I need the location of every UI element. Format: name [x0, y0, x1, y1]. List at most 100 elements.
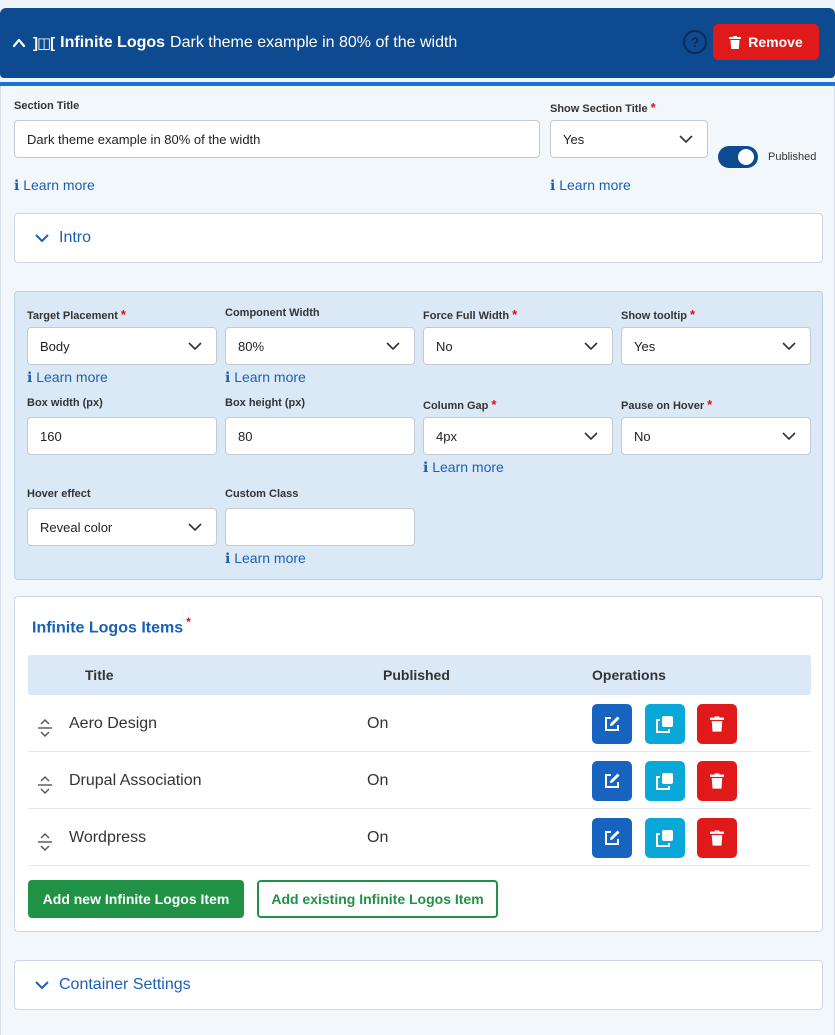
component-name: Infinite Logos [60, 34, 166, 51]
chevron-down-icon [35, 234, 49, 243]
table-row: Drupal Association On [28, 752, 811, 809]
duplicate-icon [656, 830, 673, 847]
hover-effect-select[interactable]: Reveal color [27, 508, 217, 546]
delete-button[interactable] [697, 704, 737, 744]
infinite-logos-icon: ]◫[ [33, 35, 55, 52]
component-width-label: Component Width [225, 307, 320, 319]
trash-icon [710, 830, 724, 846]
learn-more-link[interactable]: ℹ Learn more [550, 177, 631, 194]
force-full-width-value: No [436, 338, 453, 354]
hover-effect-value: Reveal color [40, 519, 113, 535]
column-operations: Operations [592, 667, 666, 683]
chevron-up-icon[interactable] [12, 36, 26, 50]
intro-title: Intro [59, 229, 92, 246]
column-gap-select[interactable]: 4px [423, 417, 613, 455]
drag-handle-icon[interactable] [36, 717, 54, 737]
learn-more-link[interactable]: ℹ Learn more [423, 459, 504, 476]
remove-button[interactable]: Remove [713, 24, 819, 60]
component-settings: Target Placement * Body ℹ Learn more Comp… [14, 291, 823, 580]
learn-more-link[interactable]: ℹ Learn more [27, 369, 108, 386]
duplicate-button[interactable] [645, 704, 685, 744]
item-title: Aero Design [69, 715, 158, 732]
item-published: On [367, 715, 389, 732]
chevron-down-icon [679, 135, 693, 144]
container-settings-title: Container Settings [59, 976, 191, 993]
chevron-down-icon [35, 981, 49, 990]
table-row: Wordpress On [28, 809, 811, 866]
target-placement-select[interactable]: Body [27, 327, 217, 365]
box-width-value: 160 [40, 428, 62, 444]
force-full-width-label: Force Full Width * [423, 307, 518, 322]
pause-on-hover-value: No [634, 428, 651, 444]
section-title-value: Dark theme example in 80% of the width [27, 131, 261, 147]
item-title: Wordpress [69, 829, 147, 846]
column-title: Title [85, 667, 114, 683]
chevron-down-icon [584, 342, 598, 351]
trash-icon [729, 35, 742, 49]
edit-icon [605, 830, 620, 845]
chevron-down-icon [782, 432, 796, 441]
show-tooltip-select[interactable]: Yes [621, 327, 811, 365]
chevron-down-icon [584, 432, 598, 441]
item-title: Drupal Association [69, 772, 202, 789]
item-published: On [367, 829, 389, 846]
box-width-input[interactable]: 160 [27, 417, 217, 455]
learn-more-link[interactable]: ℹ Learn more [225, 550, 306, 567]
items-table-header: Title Published Operations [28, 655, 811, 695]
learn-more-link[interactable]: ℹ Learn more [225, 369, 306, 386]
edit-button[interactable] [592, 704, 632, 744]
duplicate-icon [656, 773, 673, 790]
custom-class-input[interactable] [225, 508, 415, 546]
chevron-down-icon [386, 342, 400, 351]
published-label: Published [768, 151, 817, 163]
drag-handle-icon[interactable] [36, 774, 54, 794]
add-existing-item-button[interactable]: Add existing Infinite Logos Item [257, 880, 498, 918]
delete-button[interactable] [697, 818, 737, 858]
column-gap-value: 4px [436, 428, 457, 444]
chevron-down-icon [782, 342, 796, 351]
custom-class-label: Custom Class [225, 488, 299, 500]
chevron-down-icon [188, 523, 202, 532]
section-title-label: Section Title [14, 100, 80, 112]
component-panel: Section Title Dark theme example in 80% … [0, 86, 835, 1035]
edit-button[interactable] [592, 761, 632, 801]
add-new-item-button[interactable]: Add new Infinite Logos Item [28, 880, 244, 918]
table-row: Aero Design On [28, 695, 811, 752]
target-placement-value: Body [40, 338, 70, 354]
show-section-title-select[interactable]: Yes [550, 120, 708, 158]
box-height-value: 80 [238, 428, 253, 444]
box-height-label: Box height (px) [225, 397, 306, 409]
pause-on-hover-label: Pause on Hover * [621, 397, 713, 412]
help-circle-icon[interactable]: ? [683, 30, 707, 54]
drag-handle-icon[interactable] [36, 831, 54, 851]
section-subtitle: Dark theme example in 80% of the width [170, 34, 458, 51]
chevron-down-icon [188, 342, 202, 351]
component-width-select[interactable]: 80% [225, 327, 415, 365]
force-full-width-select[interactable]: No [423, 327, 613, 365]
trash-icon [710, 773, 724, 789]
show-tooltip-value: Yes [634, 338, 656, 354]
section-title-input[interactable]: Dark theme example in 80% of the width [14, 120, 540, 158]
pause-on-hover-select[interactable]: No [621, 417, 811, 455]
column-gap-label: Column Gap * [423, 397, 497, 412]
duplicate-button[interactable] [645, 818, 685, 858]
edit-icon [605, 716, 620, 731]
target-placement-label: Target Placement * [27, 307, 126, 322]
trash-icon [710, 716, 724, 732]
container-settings-section[interactable]: Container Settings [14, 960, 823, 1010]
box-height-input[interactable]: 80 [225, 417, 415, 455]
edit-icon [605, 773, 620, 788]
show-tooltip-label: Show tooltip * [621, 307, 696, 322]
box-width-label: Box width (px) [27, 397, 103, 409]
infinite-logos-items: Infinite Logos Items * Title Published Op… [14, 596, 823, 932]
item-published: On [367, 772, 389, 789]
delete-button[interactable] [697, 761, 737, 801]
items-title: Infinite Logos Items * [32, 615, 191, 637]
duplicate-button[interactable] [645, 761, 685, 801]
component-header[interactable]: ]◫[ Infinite Logos Dark theme example in… [0, 8, 835, 78]
published-toggle[interactable] [718, 146, 758, 168]
show-section-title-value: Yes [563, 131, 585, 147]
edit-button[interactable] [592, 818, 632, 858]
learn-more-link[interactable]: ℹ Learn more [14, 177, 95, 194]
intro-section[interactable]: Intro [14, 213, 823, 263]
